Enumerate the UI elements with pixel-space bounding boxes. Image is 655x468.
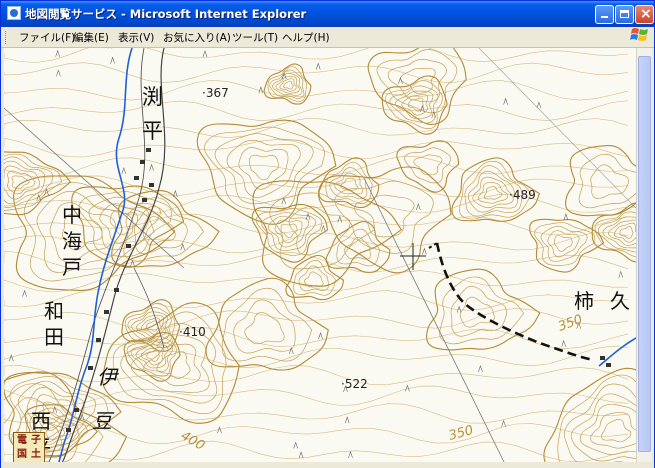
menu-bar: ファイル(F) 編集(E) 表示(V) お気に入り(A) ツール(T) ヘルプ(… bbox=[1, 27, 654, 48]
building bbox=[74, 408, 79, 412]
window-bottom-edge bbox=[1, 462, 654, 468]
logo-char: 電 bbox=[17, 435, 27, 446]
building bbox=[606, 363, 611, 367]
place-name: 和 bbox=[44, 299, 64, 323]
logo-char: 子 bbox=[31, 435, 41, 446]
elevation-point: ·367 bbox=[202, 86, 229, 100]
map-view[interactable]: 渕 平 中 海 戸 和 田 伊 豆 西 平 柿 久 ·367 ·489 ·410… bbox=[4, 48, 636, 462]
place-name: 海 bbox=[62, 229, 82, 253]
place-name: 戸 bbox=[62, 255, 82, 279]
elevation-point: ·522 bbox=[341, 377, 368, 391]
place-name: 田 bbox=[44, 325, 64, 349]
logo-char: 土 bbox=[31, 449, 41, 460]
elevation-point: ·410 bbox=[179, 325, 206, 339]
building bbox=[66, 428, 71, 432]
windows-logo-icon bbox=[630, 28, 648, 41]
vertical-scrollbar[interactable] bbox=[636, 48, 652, 462]
browser-window: 地図閲覧サービス - Microsoft Internet Explorer ×… bbox=[0, 0, 655, 468]
menu-view[interactable]: 表示(V) bbox=[118, 30, 154, 45]
title-bar[interactable]: 地図閲覧サービス - Microsoft Internet Explorer × bbox=[1, 1, 654, 27]
maximize-icon bbox=[620, 10, 629, 18]
logo-char: 国 bbox=[17, 449, 27, 460]
menu-favorites[interactable]: お気に入り(A) bbox=[163, 30, 231, 45]
building bbox=[142, 198, 147, 202]
building bbox=[88, 366, 93, 370]
toolbar-grip[interactable] bbox=[5, 31, 9, 44]
building bbox=[104, 310, 109, 314]
place-name: 西 bbox=[31, 409, 51, 433]
scroll-thumb[interactable] bbox=[638, 56, 651, 452]
menu-edit[interactable]: 編集(E) bbox=[73, 30, 109, 45]
building bbox=[146, 148, 151, 152]
menu-file[interactable]: ファイル(F) bbox=[19, 30, 75, 45]
maximize-button[interactable] bbox=[615, 5, 634, 24]
building bbox=[96, 338, 101, 342]
elevation-point: ·489 bbox=[509, 188, 536, 202]
place-name: 中 bbox=[62, 203, 82, 227]
building bbox=[134, 176, 139, 180]
building bbox=[114, 288, 119, 292]
ie-icon bbox=[7, 6, 21, 20]
building bbox=[140, 160, 145, 164]
menu-tools[interactable]: ツール(T) bbox=[232, 30, 278, 45]
place-name: 柿 bbox=[574, 289, 594, 313]
topographic-map[interactable]: 渕 平 中 海 戸 和 田 伊 豆 西 平 柿 久 ·367 ·489 ·410… bbox=[4, 48, 636, 462]
close-icon: × bbox=[640, 6, 652, 22]
building bbox=[600, 356, 605, 360]
minimize-icon bbox=[601, 16, 608, 18]
close-button[interactable]: × bbox=[635, 5, 654, 24]
building bbox=[126, 244, 131, 248]
building bbox=[149, 183, 154, 187]
minimize-button[interactable] bbox=[595, 5, 614, 24]
place-name: 久 bbox=[610, 289, 630, 313]
place-name: 渕 bbox=[142, 85, 163, 109]
denshi-kokudo-logo: 電 子 国 土 bbox=[13, 432, 45, 464]
window-title: 地図閲覧サービス - Microsoft Internet Explorer bbox=[25, 7, 307, 21]
place-name: 平 bbox=[142, 119, 163, 143]
place-name: 伊 bbox=[97, 365, 119, 389]
place-name: 豆 bbox=[92, 409, 115, 433]
menu-help[interactable]: ヘルプ(H) bbox=[282, 30, 330, 45]
